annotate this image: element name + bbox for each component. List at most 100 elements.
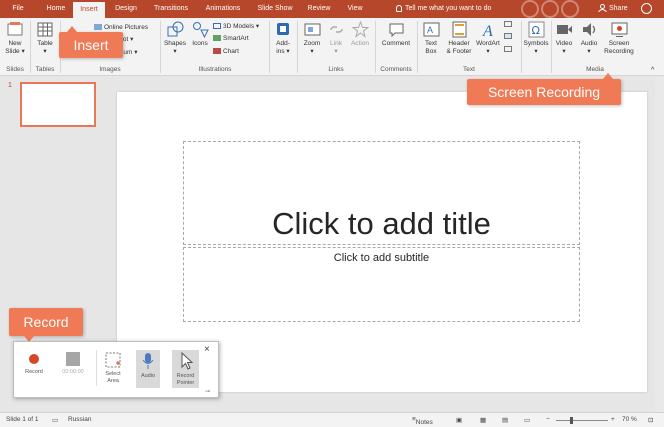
header-footer-icon bbox=[452, 21, 466, 38]
notes-label: Notes bbox=[415, 419, 433, 426]
tab-insert[interactable]: Insert bbox=[73, 2, 105, 18]
chart-button[interactable]: Chart bbox=[213, 47, 239, 56]
shapes-button[interactable]: Shapes ▾ bbox=[163, 21, 187, 56]
share-label: Share bbox=[609, 5, 628, 12]
slide-sorter-button[interactable]: ▦ bbox=[480, 416, 486, 424]
icons-button[interactable]: Icons bbox=[189, 21, 211, 48]
record-button[interactable]: Record bbox=[20, 352, 48, 376]
zoom-label: Zoom bbox=[303, 40, 321, 47]
date-time-button[interactable] bbox=[504, 20, 514, 29]
new-slide-button[interactable]: New Slide ▾ bbox=[3, 21, 27, 56]
vertical-scrollbar[interactable] bbox=[655, 77, 664, 412]
symbols-button[interactable]: Ω Symbols ▾ bbox=[523, 21, 549, 56]
record-pointer-toggle[interactable]: Record Pointer bbox=[172, 350, 199, 388]
text-box-button[interactable]: A Text Box bbox=[420, 21, 442, 56]
tab-file[interactable]: File bbox=[6, 0, 30, 18]
select-area-icon bbox=[105, 352, 121, 368]
addins-label-2: ins bbox=[276, 48, 285, 55]
icons-label: Icons bbox=[192, 40, 208, 47]
slide-thumbnail[interactable] bbox=[20, 82, 96, 127]
smartart-button[interactable]: SmartArt bbox=[213, 34, 249, 43]
header-footer-button[interactable]: Header & Footer bbox=[444, 21, 474, 56]
select-area-button[interactable]: Select Area bbox=[102, 352, 124, 385]
fit-to-window-button[interactable]: ⊡ bbox=[648, 416, 653, 424]
pin-icon[interactable]: ⊸ bbox=[205, 388, 210, 395]
action-label: Action bbox=[350, 40, 370, 47]
slide-number-button[interactable] bbox=[504, 32, 514, 41]
close-panel-button[interactable]: × bbox=[204, 344, 210, 355]
zoom-slider-track[interactable] bbox=[556, 420, 608, 421]
tab-review[interactable]: Review bbox=[302, 0, 336, 18]
comment-button[interactable]: Comment bbox=[378, 21, 414, 48]
action-button[interactable]: Action bbox=[348, 21, 372, 48]
title-decoration bbox=[521, 0, 579, 18]
svg-text:Ω: Ω bbox=[531, 24, 539, 37]
table-icon bbox=[37, 22, 53, 37]
reading-view-button[interactable]: ▤ bbox=[502, 416, 508, 424]
panel-divider bbox=[96, 350, 97, 386]
zoom-in-button[interactable]: + bbox=[611, 416, 615, 423]
group-images-label: Images bbox=[99, 66, 121, 73]
title-placeholder[interactable]: Click to add title bbox=[183, 141, 580, 245]
microphone-icon bbox=[142, 353, 154, 369]
object-button[interactable] bbox=[504, 45, 514, 54]
collapse-ribbon-button[interactable]: ^ bbox=[651, 66, 654, 75]
zoom-level[interactable]: 70 % bbox=[622, 416, 637, 423]
group-media-label: Media bbox=[586, 66, 604, 73]
addins-icon bbox=[277, 23, 289, 35]
wordart-label: WordArt bbox=[476, 40, 500, 47]
spellcheck-icon[interactable]: ▭ bbox=[52, 416, 58, 424]
slideshow-button[interactable]: ▭ bbox=[524, 416, 530, 424]
addins-button[interactable]: Add- ins ▾ bbox=[272, 21, 294, 56]
screen-recording-button[interactable]: Screen Recording bbox=[602, 21, 636, 56]
group-illustrations-label: Illustrations bbox=[198, 66, 232, 73]
audio-button[interactable]: Audio ▾ bbox=[577, 21, 601, 56]
status-bar: Slide 1 of 1 ▭ Russian ≡ Notes ▣ ▦ ▤ ▭ −… bbox=[0, 412, 664, 427]
lightbulb-icon bbox=[396, 4, 402, 12]
video-button[interactable]: Video ▾ bbox=[553, 21, 575, 56]
normal-view-button[interactable]: ▣ bbox=[456, 416, 462, 424]
wordart-button[interactable]: A WordArt ▾ bbox=[475, 21, 501, 56]
table-button[interactable]: Table ▾ bbox=[33, 21, 57, 56]
3d-models-button[interactable]: 3D Models ▾ bbox=[213, 22, 259, 31]
new-slide-label-1: New bbox=[8, 40, 22, 47]
zoom-out-button[interactable]: − bbox=[546, 416, 550, 423]
record-pointer-label-1: Record bbox=[176, 373, 195, 379]
powerpoint-window: File Home Insert Design Transitions Anim… bbox=[0, 0, 664, 427]
ribbon-divider bbox=[160, 21, 161, 73]
tab-animations[interactable]: Animations bbox=[198, 0, 248, 18]
language-status[interactable]: Russian bbox=[68, 416, 91, 423]
tab-transitions[interactable]: Transitions bbox=[148, 0, 194, 18]
smartart-icon bbox=[213, 35, 221, 42]
object-icon bbox=[504, 46, 512, 53]
cube-icon bbox=[213, 23, 221, 30]
shapes-icon bbox=[167, 21, 183, 37]
tab-home[interactable]: Home bbox=[40, 0, 72, 18]
subtitle-placeholder[interactable]: Click to add subtitle bbox=[183, 247, 580, 322]
link-button[interactable]: Link ▾ bbox=[326, 21, 346, 56]
link-label: Link bbox=[330, 40, 342, 47]
select-area-label-1: Select bbox=[105, 371, 121, 377]
tab-view[interactable]: View bbox=[340, 0, 370, 18]
action-icon bbox=[351, 21, 369, 38]
zoom-button[interactable]: Zoom ▾ bbox=[300, 21, 324, 56]
share-button[interactable]: Share bbox=[598, 0, 628, 18]
insert-callout: Insert bbox=[59, 26, 123, 58]
notes-button[interactable]: ≡ Notes bbox=[412, 416, 433, 426]
share-icon bbox=[598, 4, 607, 13]
tab-design[interactable]: Design bbox=[110, 0, 142, 18]
audio-toggle[interactable]: Audio bbox=[136, 350, 160, 388]
tell-me-search[interactable]: Tell me what you want to do bbox=[396, 0, 491, 18]
online-pictures-button[interactable]: Online Pictures bbox=[94, 23, 148, 32]
addins-label-1: Add- bbox=[276, 40, 290, 47]
ribbon-divider bbox=[269, 21, 270, 73]
svg-text:A: A bbox=[482, 23, 493, 38]
tab-slide-show[interactable]: Slide Show bbox=[252, 0, 298, 18]
new-slide-icon bbox=[7, 22, 23, 36]
stop-button[interactable]: 00:00:00 bbox=[58, 352, 88, 376]
text-box-label-1: Text bbox=[425, 40, 437, 47]
slide-number-icon bbox=[504, 33, 512, 40]
stop-icon bbox=[66, 352, 80, 366]
zoom-slider-thumb[interactable] bbox=[570, 417, 573, 424]
feedback-smiley-icon[interactable] bbox=[641, 3, 652, 14]
